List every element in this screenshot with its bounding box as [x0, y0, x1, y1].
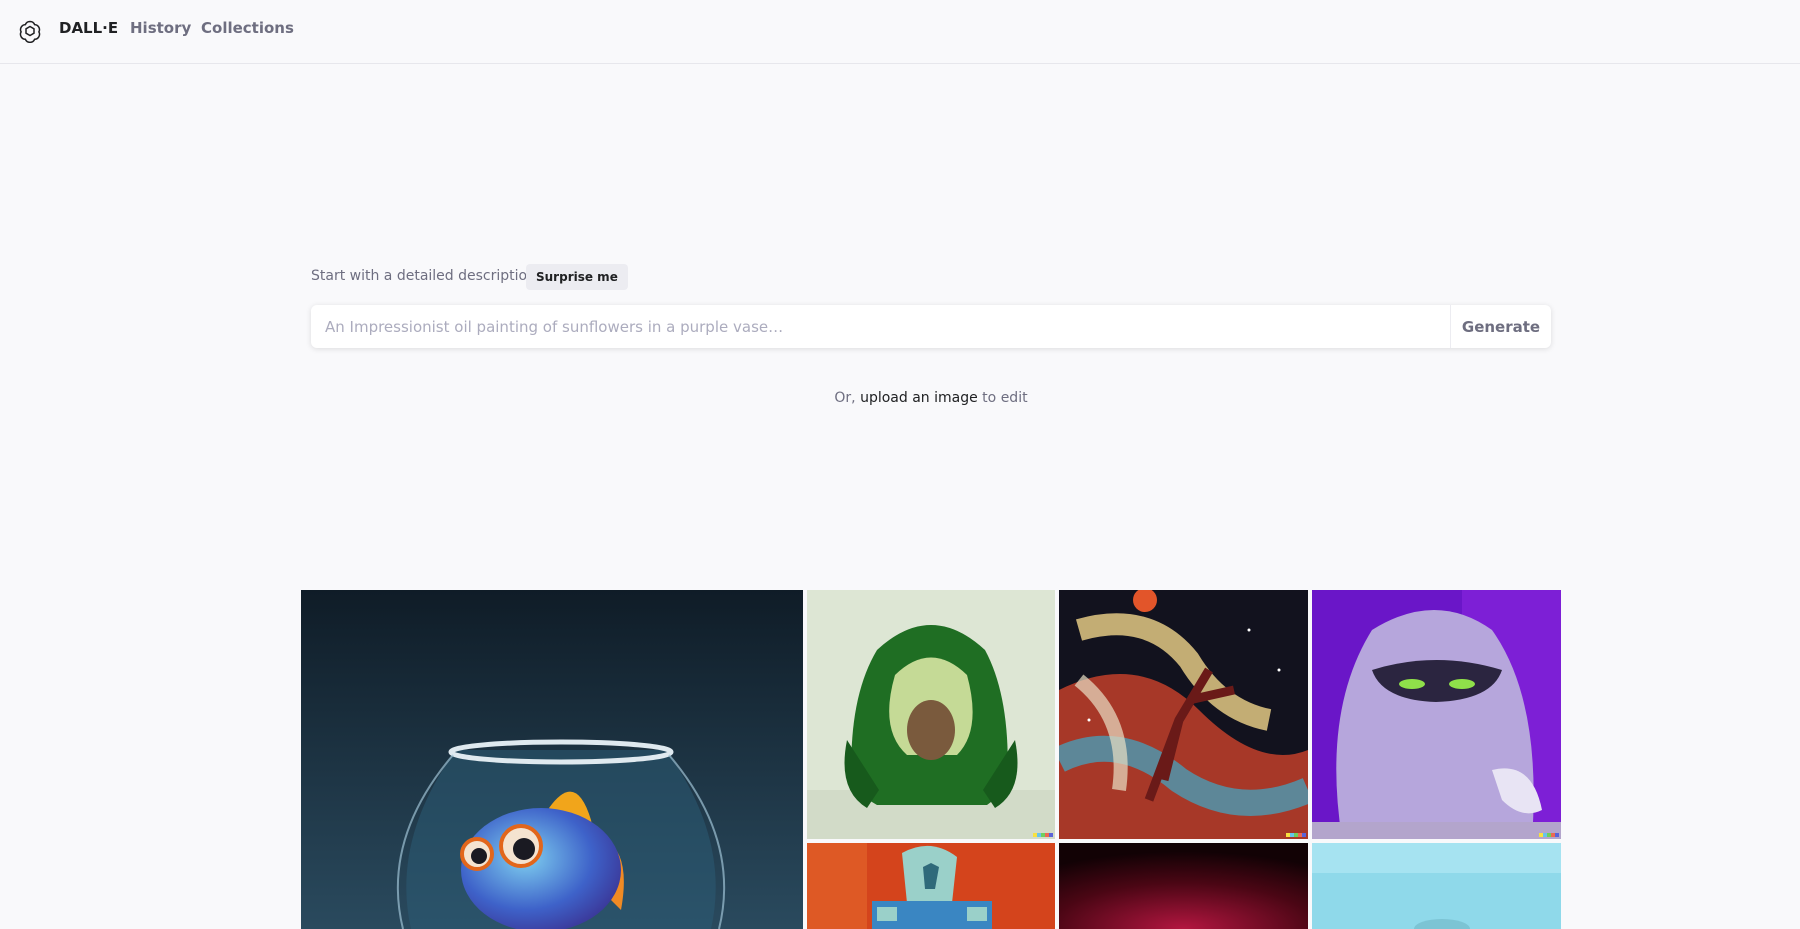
avocado-chair-illustration [807, 590, 1055, 839]
dark-red-illustration [1059, 843, 1308, 929]
furry-monster-illustration [1312, 590, 1561, 839]
upload-suffix: to edit [977, 390, 1028, 406]
nav-history-link[interactable]: History [130, 19, 191, 37]
fishbowl-illustration [301, 590, 803, 929]
dalle-signature-mark [1033, 833, 1053, 837]
upload-image-link[interactable]: upload an image [860, 390, 978, 406]
upload-prefix: Or, [834, 390, 861, 406]
nav-collections-link[interactable]: Collections [201, 19, 294, 37]
generate-button[interactable]: Generate [1450, 305, 1551, 348]
openai-logo-icon[interactable] [18, 19, 42, 43]
robot-painting-illustration [807, 843, 1055, 929]
gallery-image-furry-monster[interactable] [1312, 590, 1561, 839]
generate-label: Generate [1461, 317, 1541, 336]
gallery-image-robot-painting[interactable] [807, 843, 1055, 929]
surprise-me-label: Surprise me [536, 270, 618, 284]
cosmic-basketball-illustration [1059, 590, 1308, 839]
gallery-image-cosmic-basketball[interactable] [1059, 590, 1308, 839]
dalle-signature-mark [1539, 833, 1559, 837]
gallery-image-avocado-chair[interactable] [807, 590, 1055, 839]
upload-line: Or, upload an image to edit [0, 390, 1800, 406]
gallery-image-light-blue[interactable] [1312, 843, 1561, 929]
light-blue-illustration [1312, 843, 1561, 929]
prompt-label: Start with a detailed description [311, 268, 536, 284]
gallery-image-fishbowl[interactable] [301, 590, 803, 929]
gallery-image-dark-red[interactable] [1059, 843, 1308, 929]
dalle-signature-mark [1286, 833, 1306, 837]
surprise-me-button[interactable]: Surprise me [526, 264, 628, 290]
brand-name[interactable]: DALL·E [59, 19, 118, 37]
top-nav-bar: DALL·E History Collections [0, 0, 1800, 64]
prompt-input[interactable] [311, 305, 1450, 348]
prompt-box: Generate [311, 305, 1551, 348]
